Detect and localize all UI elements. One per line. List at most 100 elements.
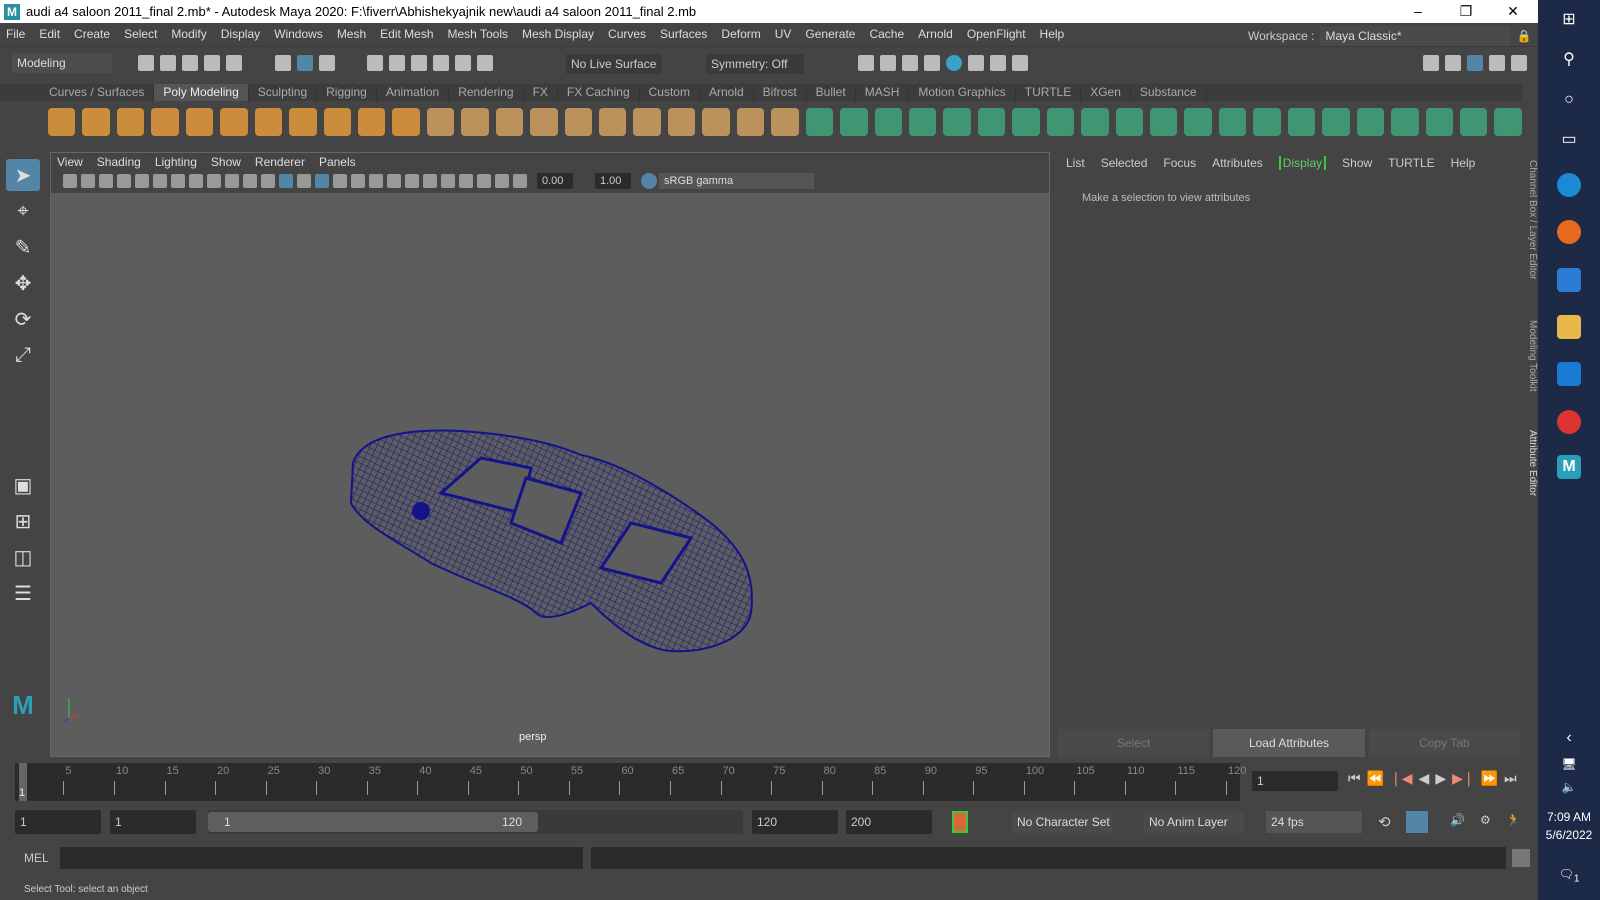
step-forward-frame-icon[interactable]: ▶❘ — [1452, 770, 1475, 787]
load-attributes-button[interactable]: Load Attributes — [1213, 729, 1365, 757]
shelf-offset-edge-loop-icon[interactable] — [1218, 108, 1247, 136]
viewport-xray-icon[interactable] — [459, 174, 473, 188]
viewport-use-all-lights-icon[interactable] — [333, 174, 347, 188]
minimize-button[interactable]: – — [1395, 0, 1441, 23]
shelf-cylinder-icon[interactable] — [116, 108, 145, 136]
tab-curves-surfaces[interactable]: Curves / Surfaces — [40, 84, 155, 101]
preferences-icon[interactable]: ⚙ — [1480, 813, 1491, 827]
viewport-resolution-gate-icon[interactable] — [171, 174, 185, 188]
mail-icon[interactable] — [1557, 362, 1581, 386]
mel-input[interactable] — [60, 847, 583, 869]
shelf-cube-icon[interactable] — [82, 108, 110, 136]
anim-preferences-icon[interactable]: 🏃 — [1506, 813, 1521, 827]
tab-animation[interactable]: Animation — [377, 84, 450, 101]
attribute-editor-tab[interactable]: Attribute Editor — [1522, 430, 1538, 496]
viewport-safe-title-icon[interactable] — [243, 174, 257, 188]
maya-taskbar-icon[interactable]: M — [1557, 455, 1581, 479]
shelf-retopo-icon[interactable] — [1391, 108, 1419, 136]
menu-mesh-display[interactable]: Mesh Display — [522, 27, 594, 41]
chrome-icon[interactable] — [1557, 410, 1581, 434]
render-view-icon[interactable] — [858, 55, 874, 71]
viewport-menu-shading[interactable]: Shading — [97, 155, 141, 169]
ae-menu-list[interactable]: List — [1066, 156, 1085, 170]
snap-grid-icon[interactable] — [367, 55, 384, 71]
viewport-isolate-select-icon[interactable] — [441, 174, 455, 188]
tab-fx[interactable]: FX — [524, 84, 558, 101]
tab-rendering[interactable]: Rendering — [449, 84, 524, 101]
viewport-xray-active-icon[interactable] — [495, 174, 509, 188]
tab-rigging[interactable]: Rigging — [317, 84, 377, 101]
tab-bifrost[interactable]: Bifrost — [754, 84, 807, 101]
viewport-anti-aliasing-icon[interactable] — [405, 174, 419, 188]
save-scene-icon[interactable] — [182, 55, 198, 71]
attribute-editor-toggle-icon[interactable] — [1467, 55, 1483, 71]
menu-file[interactable]: File — [6, 27, 25, 41]
volume-icon[interactable]: 🔈 — [1557, 775, 1581, 799]
viewport-menu-lighting[interactable]: Lighting — [155, 155, 197, 169]
cortana-icon[interactable]: ○ — [1557, 88, 1581, 112]
start-time-field[interactable]: 1 — [15, 810, 101, 834]
single-perspective-layout-icon[interactable]: ▣ — [6, 469, 40, 501]
go-to-end-icon[interactable]: ⏭ — [1504, 770, 1517, 787]
ae-menu-selected[interactable]: Selected — [1101, 156, 1148, 170]
viewport-menu-panels[interactable]: Panels — [319, 155, 356, 169]
clock-date[interactable]: 5/6/2022 — [1538, 828, 1600, 842]
cache-playback-icon[interactable] — [1406, 811, 1428, 833]
shelf-boolean-union-icon[interactable] — [1253, 108, 1281, 136]
tab-arnold[interactable]: Arnold — [700, 84, 754, 101]
viewport-camera-icon[interactable] — [63, 174, 77, 188]
snap-view-icon[interactable] — [433, 55, 450, 71]
tab-sculpting[interactable]: Sculpting — [249, 84, 318, 101]
shelf-fill-hole-icon[interactable] — [667, 108, 696, 136]
character-set-dropdown[interactable]: No Character Set — [1012, 811, 1112, 833]
exposure-field[interactable]: 0.00 — [537, 173, 573, 189]
shelf-type-icon[interactable] — [357, 108, 386, 136]
viewport-3d[interactable]: persp — [51, 193, 1049, 756]
shelf-automatic-map-icon[interactable] — [874, 108, 902, 136]
viewport-motion-blur-icon[interactable] — [387, 174, 401, 188]
undo-icon[interactable] — [204, 55, 220, 71]
scale-tool-icon[interactable]: ⤢ — [6, 339, 40, 371]
current-time-marker[interactable]: 1 — [19, 763, 27, 801]
viewport-shadows-icon[interactable] — [351, 174, 365, 188]
shelf-boolean-intersection-icon[interactable] — [1322, 108, 1350, 136]
snap-surface-icon[interactable] — [455, 55, 472, 71]
tab-bullet[interactable]: Bullet — [807, 84, 856, 101]
shelf-separate-icon[interactable] — [461, 108, 489, 136]
select-component-icon[interactable] — [318, 55, 335, 71]
viewport-textured-icon[interactable] — [315, 174, 329, 188]
shelf-torus-icon[interactable] — [185, 108, 214, 136]
ae-menu-display[interactable]: Display — [1278, 156, 1327, 170]
select-object-icon[interactable] — [296, 55, 313, 71]
auto-key-icon[interactable] — [952, 811, 968, 833]
menu-modify[interactable]: Modify — [171, 27, 206, 41]
four-view-layout-icon[interactable]: ⊞ — [6, 505, 40, 537]
lasso-tool-icon[interactable]: ⌖ — [6, 195, 40, 227]
notifications-icon[interactable]: 🗨1 — [1557, 862, 1581, 886]
menu-deform[interactable]: Deform — [721, 27, 760, 41]
menu-mesh-tools[interactable]: Mesh Tools — [448, 27, 508, 41]
current-frame-field[interactable]: 1 — [1252, 771, 1338, 791]
file-explorer-icon[interactable] — [1557, 315, 1581, 339]
shelf-cut-uv-icon[interactable] — [908, 108, 937, 136]
anim-layer-dropdown[interactable]: No Anim Layer — [1144, 811, 1244, 833]
shelf-sphere-icon[interactable] — [48, 108, 76, 136]
render-settings-icon[interactable] — [924, 55, 940, 71]
move-tool-icon[interactable]: ✥ — [6, 267, 40, 299]
firefox-icon[interactable] — [1557, 220, 1581, 244]
redo-icon[interactable] — [226, 55, 242, 71]
edge-icon[interactable] — [1557, 173, 1581, 197]
shelf-triangulate-icon[interactable] — [1459, 108, 1488, 136]
ae-menu-focus[interactable]: Focus — [1163, 156, 1196, 170]
step-back-frame-icon[interactable]: ❘◀ — [1390, 770, 1413, 787]
hypershade-icon[interactable] — [946, 55, 962, 71]
menu-curves[interactable]: Curves — [608, 27, 646, 41]
viewport-film-gate-icon[interactable] — [153, 174, 167, 188]
menu-generate[interactable]: Generate — [805, 27, 855, 41]
viewport-bookmark-icon[interactable] — [99, 174, 113, 188]
script-editor-icon[interactable] — [1512, 849, 1530, 867]
viewport-menu-view[interactable]: View — [57, 155, 83, 169]
shelf-connect-icon[interactable] — [1115, 108, 1143, 136]
outliner-layout-icon[interactable]: ☰ — [6, 577, 40, 609]
menu-cache[interactable]: Cache — [869, 27, 904, 41]
